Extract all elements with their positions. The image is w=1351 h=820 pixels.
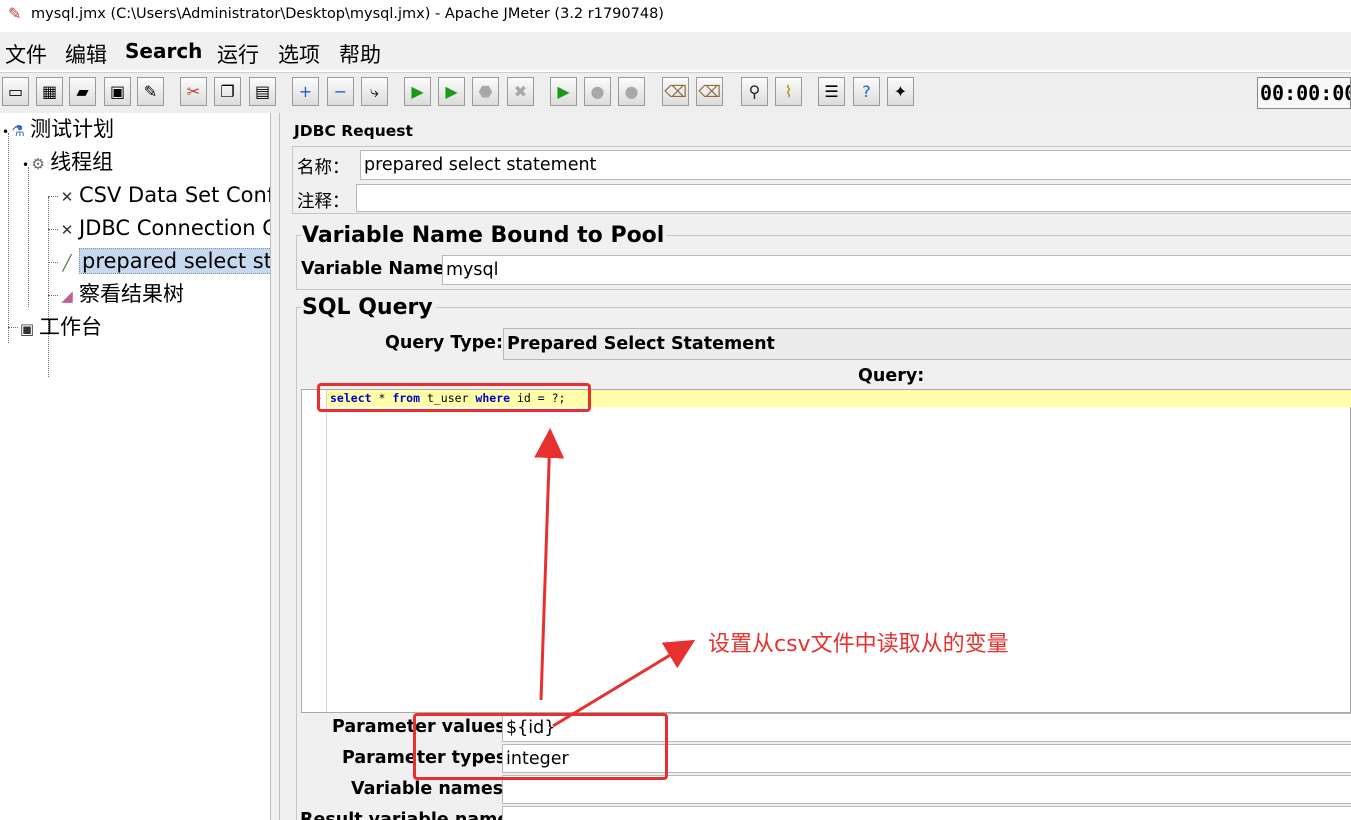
arrow-to-note [552, 639, 696, 728]
annotation-note: 设置从csv文件中读取从的变量 [708, 632, 1009, 657]
arrow-to-query [534, 428, 565, 701]
annotation-arrows [534, 428, 696, 728]
